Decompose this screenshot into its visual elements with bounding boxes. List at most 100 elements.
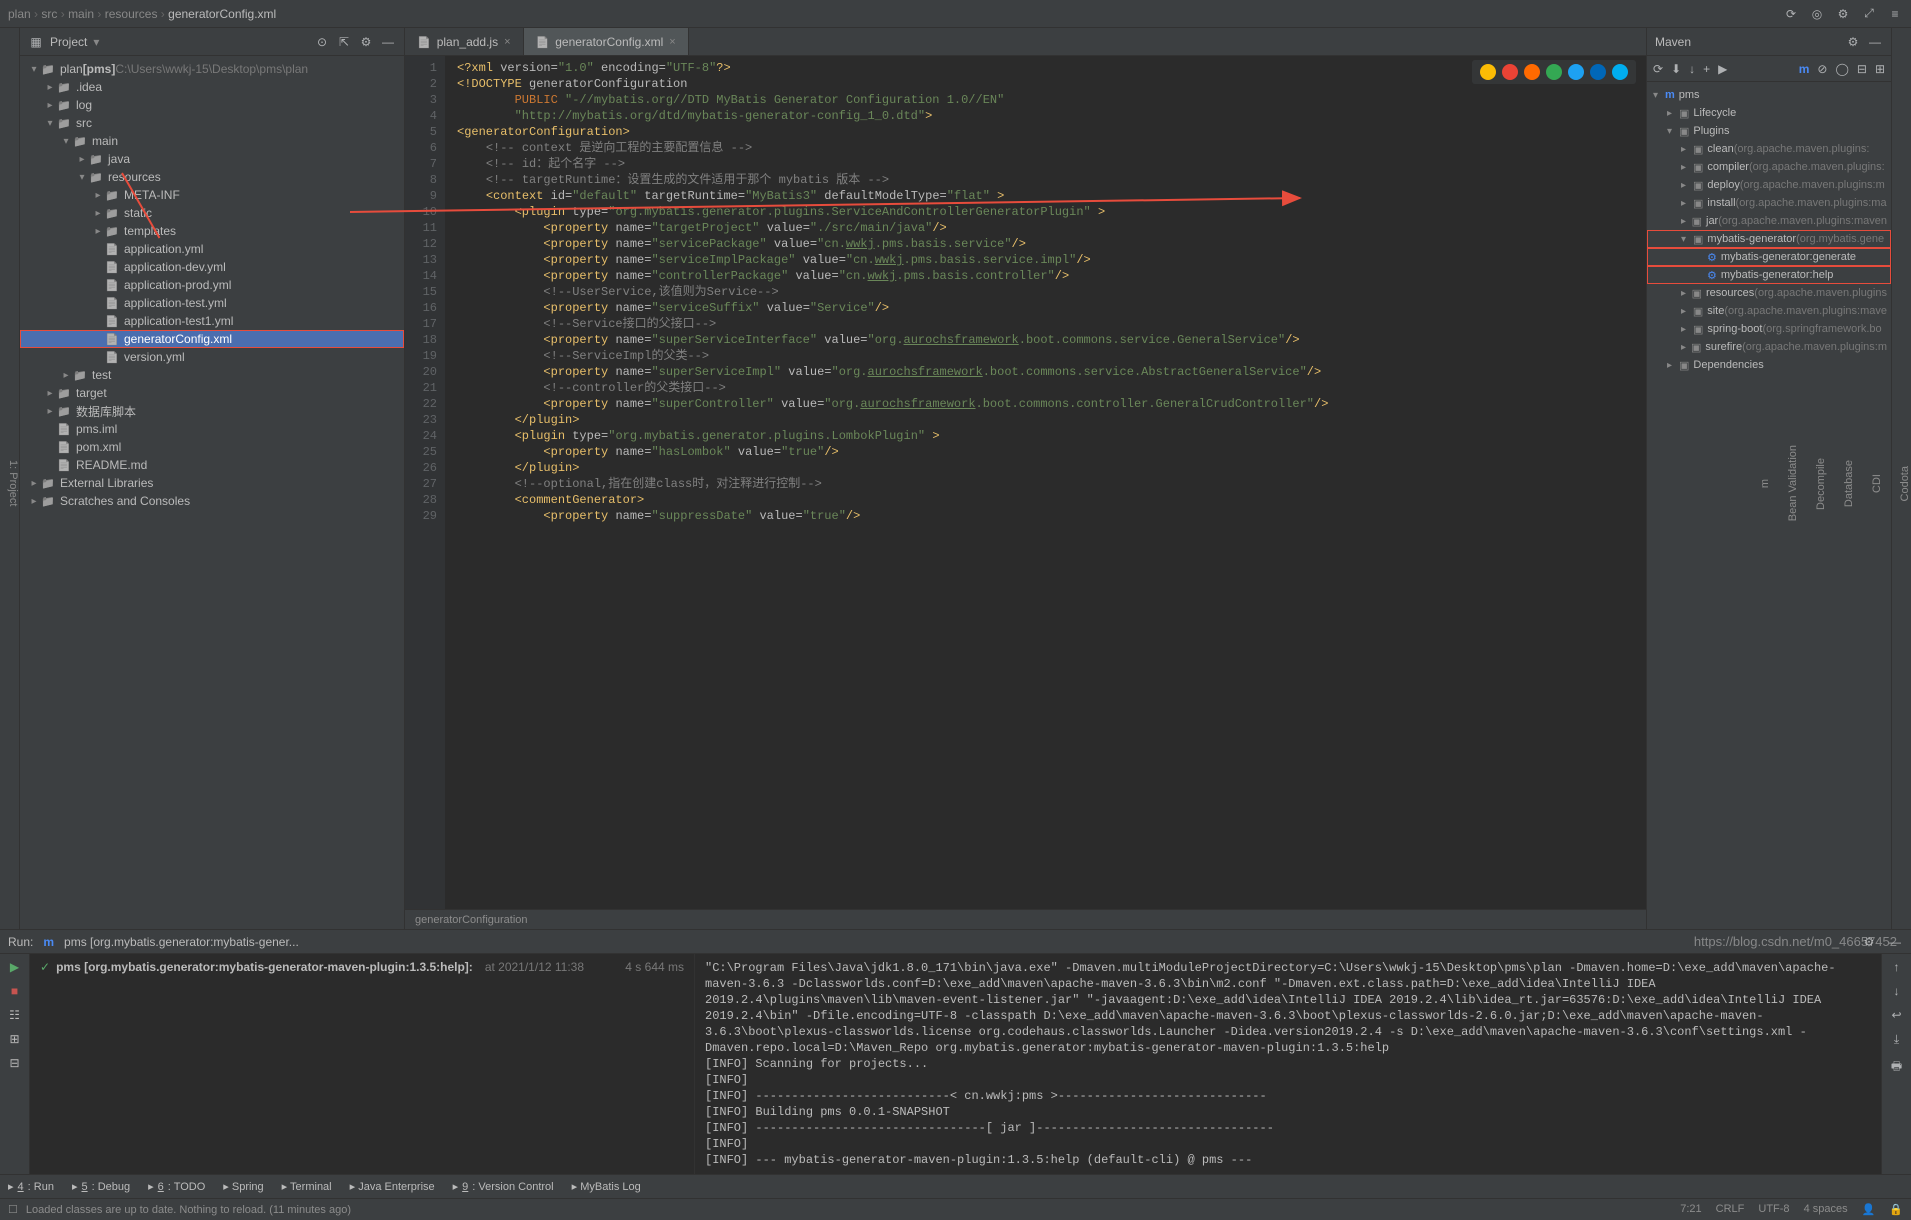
tool-Java Enterprise[interactable]: ▸ Java Enterprise [350, 1180, 435, 1193]
browser-icon[interactable] [1590, 64, 1606, 80]
up-icon[interactable]: ↑ [1894, 960, 1900, 974]
skip-icon[interactable]: ⊘ [1817, 62, 1827, 76]
tool-Run[interactable]: ▸ 4: Run [8, 1180, 54, 1193]
tree-item-version.yml[interactable]: version.yml [20, 348, 404, 366]
tool-TODO[interactable]: ▸ 6: TODO [148, 1180, 205, 1193]
tool-Terminal[interactable]: ▸ Terminal [282, 1180, 332, 1193]
tree-item-test[interactable]: ▸ test [20, 366, 404, 384]
gutter-item[interactable]: CDI [1871, 474, 1883, 493]
editor-body[interactable]: 1234567891011121314151617181920212223242… [405, 56, 1646, 909]
tool-MyBatis Log[interactable]: ▸ MyBatis Log [572, 1180, 641, 1193]
lock-icon[interactable]: 🔒 [1889, 1203, 1903, 1216]
breadcrumb[interactable]: plan › src › main › resources › generato… [8, 7, 276, 21]
cursor-position[interactable]: 7:21 [1680, 1203, 1701, 1216]
console-output[interactable]: "C:\Program Files\Java\jdk1.8.0_171\bin\… [695, 954, 1881, 1174]
tab-plan_add.js[interactable]: plan_add.js× [405, 28, 524, 55]
gutter-item[interactable]: m [1759, 479, 1771, 488]
print-icon[interactable]: 🖶 [1891, 1057, 1902, 1078]
tree-item-java[interactable]: ▸ java [20, 150, 404, 168]
gutter-item[interactable]: Bean Validation [1787, 445, 1799, 521]
m-icon[interactable]: m [1799, 62, 1810, 76]
tree-item-resources[interactable]: ▾ resources [20, 168, 404, 186]
tree-item-generatorConfig.xml[interactable]: generatorConfig.xml [20, 330, 404, 348]
expand-icon[interactable]: ⊞ [9, 1032, 19, 1046]
maven-item-Dependencies[interactable]: ▸▣ Dependencies [1647, 356, 1891, 374]
maven-item-site[interactable]: ▸▣ site (org.apache.maven.plugins:mave [1647, 302, 1891, 320]
tree-item-application-dev.yml[interactable]: application-dev.yml [20, 258, 404, 276]
filter-icon[interactable]: ☷ [9, 1008, 20, 1022]
maven-toolbar[interactable]: ⟳ ⬇ ↓ + ▶ m ⊘ ◯ ⊟ ⊞ [1647, 56, 1891, 82]
maven-item-install[interactable]: ▸▣ install (org.apache.maven.plugins:ma [1647, 194, 1891, 212]
maven-title[interactable]: Maven [1655, 35, 1691, 49]
target-icon[interactable]: ◎ [1809, 6, 1825, 22]
tree-item-log[interactable]: ▸ log [20, 96, 404, 114]
hide-icon[interactable]: — [1867, 34, 1883, 50]
tool-Debug[interactable]: ▸ 5: Debug [72, 1180, 130, 1193]
browser-icon[interactable] [1480, 64, 1496, 80]
tool-Spring[interactable]: ▸ Spring [223, 1180, 263, 1193]
code-content[interactable]: <?xml version="1.0" encoding="UTF-8"?> <… [445, 56, 1646, 909]
close-icon[interactable]: × [669, 36, 675, 48]
tree-item-数据库脚本[interactable]: ▸ 数据库脚本 [20, 402, 404, 420]
maven-item-spring-boot[interactable]: ▸▣ spring-boot (org.springframework.bo [1647, 320, 1891, 338]
tree-item-pms.iml[interactable]: pms.iml [20, 420, 404, 438]
download-icon[interactable]: ↓ [1689, 62, 1695, 76]
browser-icon[interactable] [1568, 64, 1584, 80]
tree-item-templates[interactable]: ▸ templates [20, 222, 404, 240]
line-ending[interactable]: CRLF [1716, 1203, 1745, 1216]
collapse-icon[interactable]: ⊟ [1857, 62, 1867, 76]
offline-icon[interactable]: ◯ [1835, 62, 1848, 76]
wrap-icon[interactable]: ↩ [1891, 1008, 1901, 1022]
tree-item-.idea[interactable]: ▸ .idea [20, 78, 404, 96]
hamburger-icon[interactable]: ≡ [1887, 6, 1903, 22]
tree-item-target[interactable]: ▸ target [20, 384, 404, 402]
gutter-item[interactable]: 1: Project [7, 460, 19, 506]
tree-item-main[interactable]: ▾ main [20, 132, 404, 150]
tree-item-plan[interactable]: ▾ plan [pms] C:\Users\wwkj-15\Desktop\pm… [20, 60, 404, 78]
add-icon[interactable]: + [1703, 62, 1710, 76]
editor-breadcrumb[interactable]: generatorConfiguration [405, 909, 1646, 929]
tree-item-Scratches and Consoles[interactable]: ▸ Scratches and Consoles [20, 492, 404, 510]
maven-item-deploy[interactable]: ▸▣ deploy (org.apache.maven.plugins:m [1647, 176, 1891, 194]
bottom-toolbar[interactable]: ▸ 4: Run ▸ 5: Debug ▸ 6: TODO ▸ Spring ▸ Ter… [0, 1174, 1911, 1198]
show-icon[interactable]: ⊞ [1875, 62, 1885, 76]
maven-item-Lifecycle[interactable]: ▸▣ Lifecycle [1647, 104, 1891, 122]
maven-item-mybatis-generator:help[interactable]: ⚙ mybatis-generator:help [1647, 266, 1891, 284]
browser-icon[interactable] [1546, 64, 1562, 80]
tree-item-META-INF[interactable]: ▸ META-INF [20, 186, 404, 204]
tree-item-application-prod.yml[interactable]: application-prod.yml [20, 276, 404, 294]
maven-item-compiler[interactable]: ▸▣ compiler (org.apache.maven.plugins: [1647, 158, 1891, 176]
tool-Version Control[interactable]: ▸ 9: Version Control [453, 1180, 554, 1193]
editor-tabs[interactable]: plan_add.js× generatorConfig.xml× [405, 28, 1646, 56]
expand-icon[interactable]: ⤢ [1861, 6, 1877, 22]
tree-item-application-test1.yml[interactable]: application-test1.yml [20, 312, 404, 330]
reimport-icon[interactable]: ⟳ [1653, 62, 1663, 76]
sync-icon[interactable]: ⟳ [1783, 6, 1799, 22]
stop-icon[interactable]: ■ [11, 984, 18, 998]
indent[interactable]: 4 spaces [1804, 1203, 1848, 1216]
maven-item-Plugins[interactable]: ▾▣ Plugins [1647, 122, 1891, 140]
run-config[interactable]: pms [org.mybatis.generator:mybatis-gener… [64, 935, 299, 949]
tree-item-application-test.yml[interactable]: application-test.yml [20, 294, 404, 312]
gutter-item[interactable]: Database [1843, 460, 1855, 507]
tab-generatorConfig.xml[interactable]: generatorConfig.xml× [524, 28, 689, 55]
status-icon[interactable]: ☐ [8, 1203, 18, 1216]
tree-item-pom.xml[interactable]: pom.xml [20, 438, 404, 456]
hide-icon[interactable]: — [380, 34, 396, 50]
collapse-icon[interactable]: ⇱ [336, 34, 352, 50]
maven-item-mybatis-generator:generate[interactable]: ⚙ mybatis-generator:generate [1647, 248, 1891, 266]
scroll-icon[interactable]: ⤓ [1894, 1032, 1899, 1047]
gear-icon[interactable]: ⚙ [1845, 34, 1861, 50]
tree-item-src[interactable]: ▾ src [20, 114, 404, 132]
gear-icon[interactable]: ⚙ [358, 34, 374, 50]
maven-item-surefire[interactable]: ▸▣ surefire (org.apache.maven.plugins:m [1647, 338, 1891, 356]
maven-item-mybatis-generator[interactable]: ▾▣ mybatis-generator (org.mybatis.gene [1647, 230, 1891, 248]
encoding[interactable]: UTF-8 [1758, 1203, 1789, 1216]
generate-icon[interactable]: ⬇ [1671, 62, 1681, 76]
tree-item-README.md[interactable]: README.md [20, 456, 404, 474]
gutter-item[interactable]: Codota [1899, 466, 1911, 501]
project-tree[interactable]: ▾ plan [pms] C:\Users\wwkj-15\Desktop\pm… [20, 56, 404, 929]
rerun-icon[interactable]: ▶ [10, 960, 19, 974]
tree-item-application.yml[interactable]: application.yml [20, 240, 404, 258]
maven-item-clean[interactable]: ▸▣ clean (org.apache.maven.plugins: [1647, 140, 1891, 158]
